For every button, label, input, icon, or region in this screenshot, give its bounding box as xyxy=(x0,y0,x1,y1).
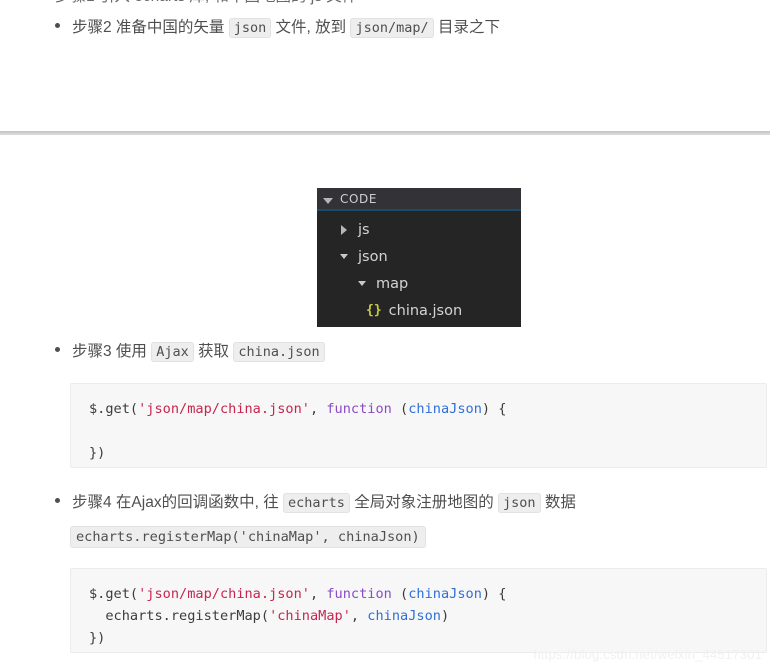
bullet-point-icon xyxy=(55,498,60,503)
step4-text: 步骤4 在Ajax的回调函数中, 往 echarts 全局对象注册地图的 jso… xyxy=(72,492,576,514)
code2-line2-param: chinaJson xyxy=(367,608,441,624)
code2-line1-prefix: $.get( xyxy=(89,586,139,602)
code2-line2-comma: , xyxy=(350,608,368,624)
code-block-ajax-get[interactable]: $.get('json/map/china.json', function (c… xyxy=(70,383,767,468)
code-line-register-map[interactable]: echarts.registerMap('chinaMap', chinaJso… xyxy=(70,526,426,548)
triangle-down-icon xyxy=(323,189,333,208)
step3-text: 步骤3 使用 Ajax 获取 china.json xyxy=(72,341,325,363)
code2-line1-suffix: ) { xyxy=(481,586,507,602)
triangle-right-icon[interactable] xyxy=(337,224,350,235)
explorer-title: CODE xyxy=(340,191,378,206)
list-item-step3: 步骤3 使用 Ajax 获取 china.json xyxy=(55,341,325,363)
step4-part-2: 全局对象注册地图的 xyxy=(349,494,499,511)
bullet-point-icon xyxy=(55,347,60,352)
code2-line1-paren-open: ( xyxy=(391,586,409,602)
bullet-point-icon xyxy=(55,23,60,28)
list-item-step4: 步骤4 在Ajax的回调函数中, 往 echarts 全局对象注册地图的 jso… xyxy=(55,492,576,514)
code2-line1-comma: , xyxy=(309,586,327,602)
tree-item-js-label: js xyxy=(358,221,370,238)
step2-code-jsonmap-path: json/map/ xyxy=(350,18,434,38)
code2-line2-string: 'chinaMap' xyxy=(269,608,351,624)
code1-line1-comma: , xyxy=(309,401,327,417)
tree-item-map[interactable]: map xyxy=(317,270,521,297)
step2-text: 步骤2 准备中国的矢量 json 文件, 放到 json/map/ 目录之下 xyxy=(72,17,500,39)
step3-code-ajax: Ajax xyxy=(151,342,194,362)
code1-line1-keyword: function xyxy=(326,401,392,417)
step3-code-china-json: china.json xyxy=(233,342,325,362)
tree-item-js[interactable]: js xyxy=(317,216,521,243)
tree-item-china-json[interactable]: {} china.json xyxy=(317,297,521,324)
code1-line1-suffix: ) { xyxy=(481,401,507,417)
step2-part-4: 目录之下 xyxy=(433,19,500,36)
code2-line3: }) xyxy=(89,630,106,646)
triangle-down-icon[interactable] xyxy=(355,281,368,286)
step3-part-2: 获取 xyxy=(193,343,234,360)
code2-line1-param: chinaJson xyxy=(408,586,482,602)
list-item-step2: 步骤2 准备中国的矢量 json 文件, 放到 json/map/ 目录之下 xyxy=(55,17,500,39)
explorer-header[interactable]: CODE xyxy=(317,188,521,211)
code2-line1-keyword: function xyxy=(326,586,392,602)
tree-item-json[interactable]: json xyxy=(317,243,521,270)
code2-line2-prefix: echarts.registerMap( xyxy=(89,608,270,624)
json-braces-icon: {} xyxy=(366,303,382,318)
code1-line1-param: chinaJson xyxy=(408,401,482,417)
section-divider xyxy=(0,131,770,135)
code2-line2-suffix: ) xyxy=(440,608,450,624)
code1-line1-prefix: $.get( xyxy=(89,401,139,417)
step2-part-0: 步骤2 准备中国的矢量 xyxy=(72,19,229,36)
step2-part-2: 文件, 放到 xyxy=(271,19,351,36)
step4-code-json: json xyxy=(498,493,541,513)
clipped-step-text: 步骤1 引入 echarts 库, 和中国地图的 js 文件 xyxy=(55,0,357,5)
file-tree: js json map {} china.json xyxy=(317,211,521,324)
clipped-previous-step-line: 步骤1 引入 echarts 库, 和中国地图的 js 文件 xyxy=(55,0,357,8)
step4-code-echarts: echarts xyxy=(283,493,350,513)
code1-line1-paren-open: ( xyxy=(391,401,409,417)
code1-line3: }) xyxy=(89,445,106,461)
code-block-ajax-get-register-map[interactable]: $.get('json/map/china.json', function (c… xyxy=(70,568,767,653)
code2-line1-string: 'json/map/china.json' xyxy=(138,586,310,602)
step4-part-0: 步骤4 在Ajax的回调函数中, 往 xyxy=(72,494,283,511)
code-explorer-panel: CODE js json map {} china.json xyxy=(317,188,521,327)
tree-item-china-json-label: china.json xyxy=(388,302,463,319)
step4-part-4: 数据 xyxy=(540,494,576,511)
triangle-down-icon[interactable] xyxy=(337,254,350,259)
code1-line1-string: 'json/map/china.json' xyxy=(138,401,310,417)
tree-item-map-label: map xyxy=(376,275,409,292)
step3-part-0: 步骤3 使用 xyxy=(72,343,152,360)
step2-code-json: json xyxy=(228,18,272,38)
tree-item-json-label: json xyxy=(358,248,388,265)
